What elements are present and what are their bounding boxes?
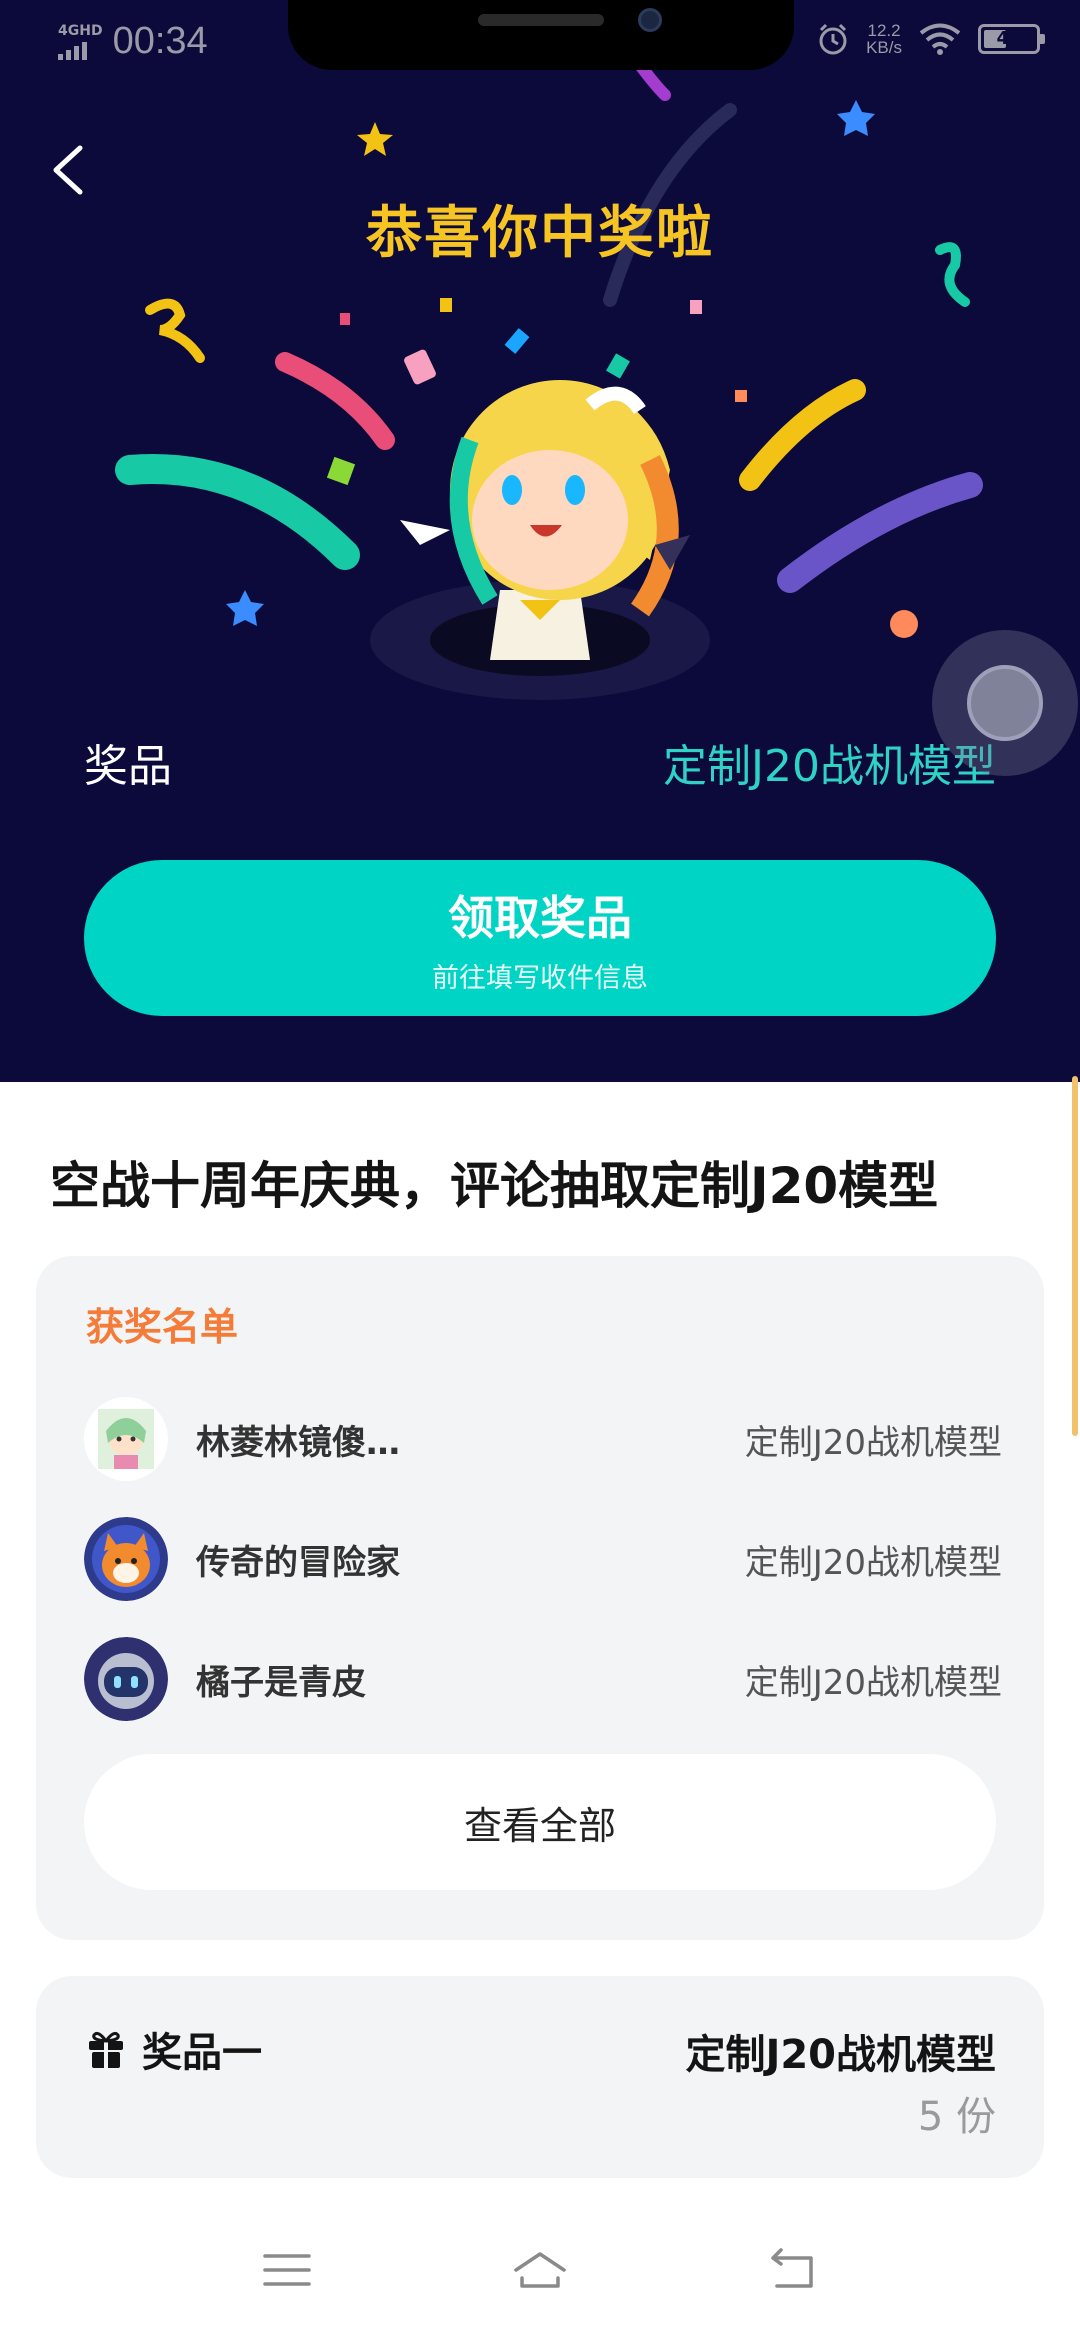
prize-count: 5 份 — [917, 2094, 996, 2140]
prize-tier-label: 奖品一 — [142, 2030, 262, 2076]
menu-icon[interactable] — [257, 2240, 317, 2300]
event-title: 空战十周年庆典，评论抽取定制J20模型 — [50, 1157, 939, 1215]
camera-notch — [288, 0, 794, 70]
claim-button-sublabel: 前往填写收件信息 — [432, 962, 648, 994]
battery-level: 41 — [996, 28, 1022, 49]
system-nav-bar — [0, 2200, 1080, 2340]
congrats-title: 恭喜你中奖啦 — [366, 201, 714, 266]
winner-prize: 定制J20战机模型 — [744, 1542, 1002, 1583]
avatar — [84, 1517, 168, 1601]
prize-card: 奖品一 定制J20战机模型 5 份 — [36, 1976, 1044, 2178]
scrollbar[interactable] — [1072, 1076, 1078, 1436]
winners-card: 获奖名单 林菱林镜傻… 定制J20战机模型 传奇的冒险家 定制J20战机模型 橘… — [36, 1256, 1044, 1940]
prize-hero: 4GHD 00:34 12.2 KB/s 41 恭喜你中奖啦 奖品 定制J20战… — [0, 0, 1080, 1082]
winner-row[interactable]: 橘子是青皮 定制J20战机模型 — [84, 1636, 1002, 1722]
home-icon[interactable] — [510, 2240, 570, 2300]
winner-row[interactable]: 林菱林镜傻… 定制J20战机模型 — [84, 1396, 1002, 1482]
winner-name: 橘子是青皮 — [196, 1662, 366, 1703]
claim-prize-button[interactable]: 领取奖品 前往填写收件信息 — [84, 860, 996, 1016]
network-speed: 12.2 KB/s — [866, 21, 902, 57]
battery-icon: 41 — [978, 24, 1045, 54]
status-bar-right: 12.2 KB/s 41 — [816, 21, 1045, 57]
winner-prize: 定制J20战机模型 — [744, 1662, 1002, 1703]
winner-name: 林菱林镜傻… — [196, 1422, 400, 1463]
return-icon[interactable] — [763, 2240, 823, 2300]
view-all-button[interactable]: 查看全部 — [84, 1754, 996, 1890]
alarm-icon — [819, 23, 847, 55]
wifi-icon — [919, 23, 961, 55]
network-type: 4GHD — [58, 22, 103, 39]
winner-name: 传奇的冒险家 — [196, 1542, 400, 1583]
clock: 00:34 — [112, 20, 208, 62]
claim-button-label: 领取奖品 — [448, 890, 632, 945]
avatar — [84, 1637, 168, 1721]
winner-row[interactable]: 传奇的冒险家 定制J20战机模型 — [84, 1516, 1002, 1602]
avatar — [84, 1397, 168, 1481]
prize-label: 奖品 — [84, 741, 172, 792]
winner-prize: 定制J20战机模型 — [744, 1422, 1002, 1463]
gift-icon — [89, 2032, 123, 2068]
prize-tier-value: 定制J20战机模型 — [685, 2032, 996, 2078]
floating-assistive-button[interactable] — [932, 630, 1078, 776]
signal-icon — [58, 38, 103, 60]
prize-row: 奖品 定制J20战机模型 — [84, 732, 996, 792]
status-bar-left: 4GHD 00:34 — [58, 20, 208, 63]
winners-title: 获奖名单 — [86, 1305, 239, 1349]
